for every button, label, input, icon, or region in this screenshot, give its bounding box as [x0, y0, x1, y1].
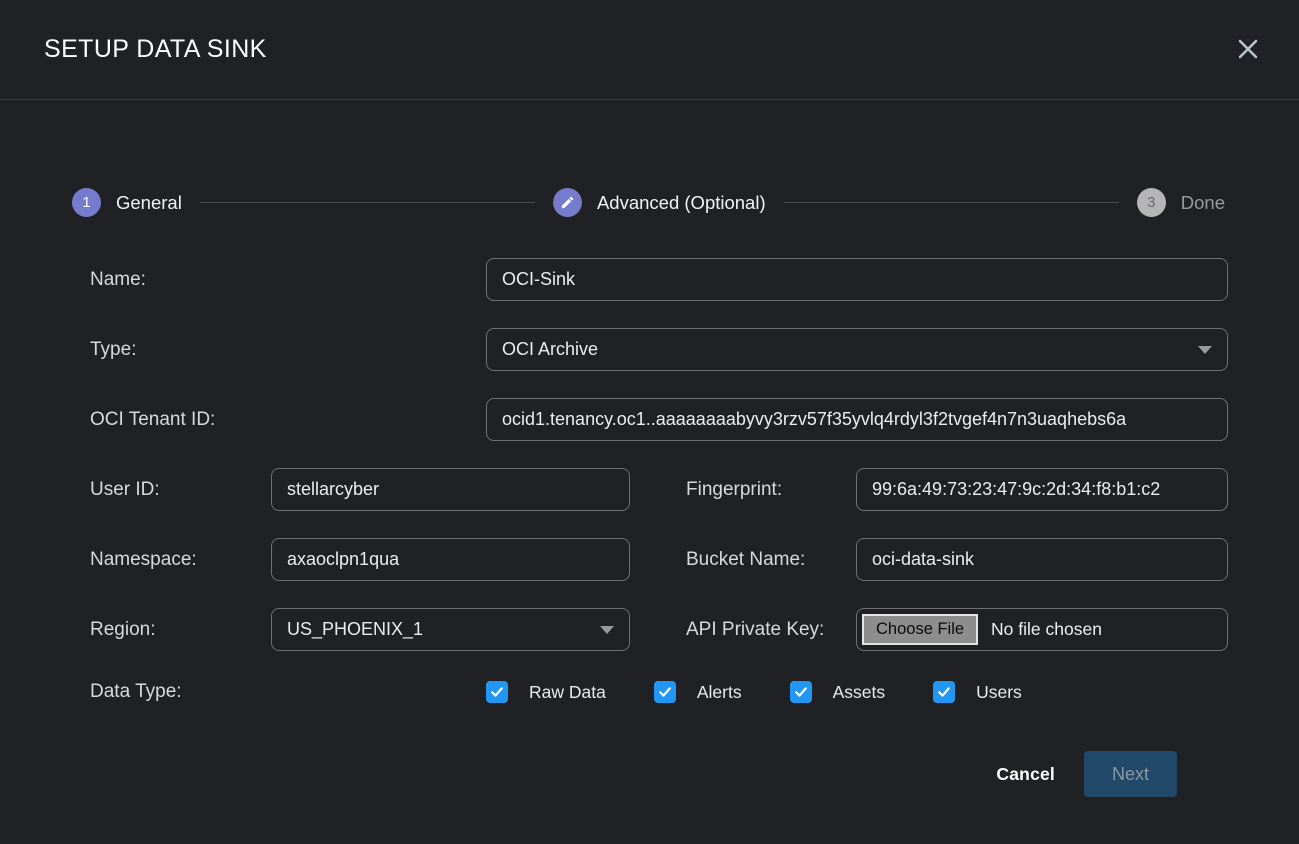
- step-done[interactable]: 3 Done: [1137, 188, 1225, 217]
- fingerprint-label: Fingerprint:: [686, 479, 856, 501]
- tenant-id-row: OCI Tenant ID:: [90, 398, 1228, 441]
- checkbox-checked-icon: [933, 681, 955, 703]
- name-input[interactable]: [486, 258, 1228, 301]
- user-id-label: User ID:: [90, 479, 271, 501]
- file-chosen-status: No file chosen: [991, 619, 1102, 640]
- fingerprint-input[interactable]: [856, 468, 1228, 511]
- pencil-icon: [560, 195, 575, 210]
- region-select-value: US_PHOENIX_1: [287, 619, 423, 640]
- type-select[interactable]: OCI Archive: [486, 328, 1228, 371]
- userid-fingerprint-row: User ID: Fingerprint:: [90, 468, 1228, 511]
- data-type-row: Data Type: Raw Data Alerts Assets: [90, 678, 1228, 706]
- stepper-connector: [784, 202, 1119, 203]
- wizard-stepper: 1 General Advanced (Optional) 3 Done: [72, 188, 1225, 217]
- api-private-key-file-input[interactable]: Choose File No file chosen: [856, 608, 1228, 651]
- stepper-connector: [200, 202, 535, 203]
- type-row: Type: OCI Archive: [90, 328, 1228, 371]
- checkbox-checked-icon: [790, 681, 812, 703]
- step-3-label: Done: [1181, 192, 1225, 214]
- type-label: Type:: [90, 339, 486, 361]
- namespace-bucket-row: Namespace: Bucket Name:: [90, 538, 1228, 581]
- close-icon: [1235, 36, 1261, 62]
- bucket-name-label: Bucket Name:: [686, 549, 856, 571]
- chevron-down-icon: [600, 626, 614, 634]
- checkbox-users[interactable]: Users: [933, 681, 1022, 703]
- tenant-id-label: OCI Tenant ID:: [90, 409, 486, 431]
- checkbox-label: Alerts: [697, 682, 742, 703]
- checkbox-checked-icon: [654, 681, 676, 703]
- checkbox-label: Assets: [833, 682, 886, 703]
- checkbox-label: Raw Data: [529, 682, 606, 703]
- step-2-indicator: [553, 188, 582, 217]
- api-private-key-label: API Private Key:: [686, 619, 856, 641]
- dialog-title: SETUP DATA SINK: [44, 35, 267, 64]
- data-type-options: Raw Data Alerts Assets Users: [486, 681, 1228, 703]
- step-advanced[interactable]: Advanced (Optional): [553, 188, 766, 217]
- step-2-label: Advanced (Optional): [597, 192, 766, 214]
- data-type-label: Data Type:: [90, 681, 486, 703]
- region-label: Region:: [90, 619, 271, 641]
- region-apikey-row: Region: US_PHOENIX_1 API Private Key: Ch…: [90, 608, 1228, 651]
- tenant-id-input[interactable]: [486, 398, 1228, 441]
- step-1-label: General: [116, 192, 182, 214]
- region-select[interactable]: US_PHOENIX_1: [271, 608, 630, 651]
- namespace-input[interactable]: [271, 538, 630, 581]
- checkbox-checked-icon: [486, 681, 508, 703]
- choose-file-button[interactable]: Choose File: [862, 614, 978, 645]
- type-select-value: OCI Archive: [502, 339, 598, 360]
- bucket-name-input[interactable]: [856, 538, 1228, 581]
- close-button[interactable]: [1233, 34, 1263, 64]
- step-1-indicator: 1: [72, 188, 101, 217]
- dialog-footer: Cancel Next: [90, 751, 1177, 797]
- checkbox-assets[interactable]: Assets: [790, 681, 886, 703]
- cancel-button[interactable]: Cancel: [996, 764, 1055, 785]
- step-3-indicator: 3: [1137, 188, 1166, 217]
- setup-form: Name: Type: OCI Archive OCI Tenant ID: U…: [90, 258, 1228, 797]
- checkbox-raw-data[interactable]: Raw Data: [486, 681, 606, 703]
- checkbox-label: Users: [976, 682, 1022, 703]
- user-id-input[interactable]: [271, 468, 630, 511]
- name-row: Name:: [90, 258, 1228, 301]
- chevron-down-icon: [1198, 346, 1212, 354]
- next-button[interactable]: Next: [1084, 751, 1177, 797]
- name-label: Name:: [90, 269, 486, 291]
- dialog-header: SETUP DATA SINK: [0, 0, 1299, 100]
- checkbox-alerts[interactable]: Alerts: [654, 681, 742, 703]
- step-general[interactable]: 1 General: [72, 188, 182, 217]
- namespace-label: Namespace:: [90, 549, 271, 571]
